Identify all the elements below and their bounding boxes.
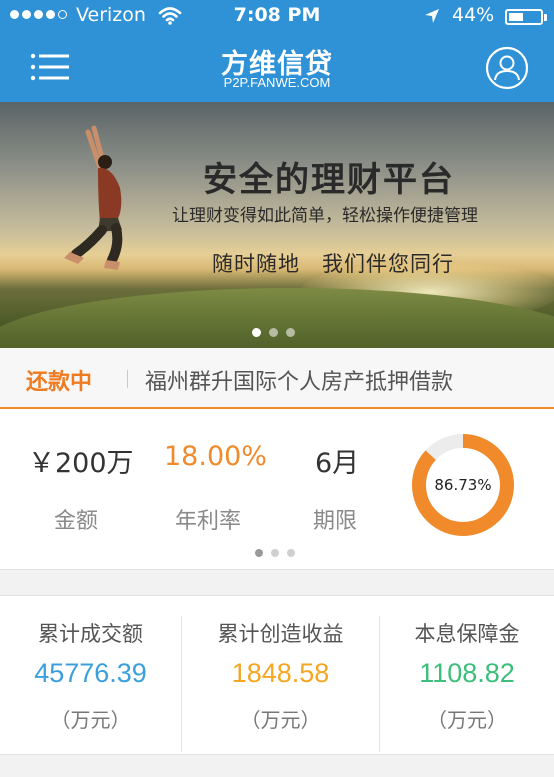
status-bar: Verizon 7:08 PM 44% [0, 0, 554, 34]
app-header: Verizon 7:08 PM 44% 方维信贷 P2P.FANWE.COM [0, 0, 554, 102]
loan-amount-label: 金额 [54, 509, 99, 534]
banner-page-indicator[interactable] [252, 328, 295, 337]
summary-unit: （万元） [240, 708, 321, 732]
loan-product-card[interactable]: ￥200万 18.00% 6月 金额 年利率 期限 86.73% [0, 409, 554, 570]
summary-total-volume: 累计成交额 45776.39 （万元） [0, 596, 181, 754]
product-dot-2[interactable] [271, 549, 279, 557]
summary-value: 1108.82 [419, 658, 515, 688]
product-dot-3[interactable] [287, 549, 295, 557]
banner-dot-2[interactable] [269, 328, 278, 337]
summary-value: 45776.39 [34, 658, 147, 688]
summary-label: 累计成交额 [38, 622, 143, 646]
summary-guarantee-fund: 本息保障金 1108.82 （万元） [380, 596, 554, 754]
summary-unit: （万元） [427, 708, 507, 732]
annual-rate-value: 18.00% [164, 441, 267, 472]
annual-rate-label: 年利率 [175, 509, 242, 534]
banner-tagline: 让理财变得如此简单，轻松操作便捷管理 [172, 206, 478, 226]
loan-term-value: 6月 [315, 448, 360, 479]
app-screen: Verizon 7:08 PM 44% 方维信贷 P2P.FANWE.COM 安… [0, 0, 554, 777]
platform-summary: 累计成交额 45776.39 （万元） 累计创造收益 1848.58 （万元） … [0, 595, 554, 755]
jumping-person-image [64, 125, 123, 270]
battery-tip [544, 14, 547, 21]
loan-title[interactable]: 福州群升国际个人房产抵押借款 [145, 364, 453, 396]
banner-headline: 安全的理财平台 [203, 160, 455, 200]
summary-label: 本息保障金 [414, 622, 520, 646]
banner-slogan: 随时随地 我们伴您同行 [212, 252, 454, 276]
app-subtitle: P2P.FANWE.COM [223, 75, 331, 90]
summary-unit: （万元） [50, 708, 131, 732]
summary-label: 累计创造收益 [217, 622, 344, 646]
loan-notice-bar[interactable]: 还款中 福州群升国际个人房产抵押借款 [0, 348, 554, 409]
promo-banner[interactable]: 安全的理财平台 让理财变得如此简单，轻松操作便捷管理 随时随地 我们伴您同行 [0, 102, 554, 348]
loan-status-tag: 还款中 [26, 370, 93, 395]
product-dot-1[interactable] [255, 549, 263, 557]
battery-icon [505, 9, 543, 25]
product-page-indicator[interactable] [255, 549, 295, 557]
loan-term-label: 期限 [313, 509, 358, 534]
banner-dot-1[interactable] [252, 328, 261, 337]
loan-amount-value: ￥200万 [28, 448, 134, 479]
location-arrow-icon [425, 9, 439, 23]
summary-total-earnings: 累计创造收益 1848.58 （万元） [182, 596, 379, 754]
battery-percent: 44% [452, 4, 495, 26]
funding-progress-text: 86.73% [434, 476, 492, 494]
user-avatar-icon[interactable] [485, 46, 529, 90]
banner-dot-3[interactable] [286, 328, 295, 337]
notice-divider [127, 370, 128, 388]
summary-value: 1848.58 [231, 658, 330, 688]
